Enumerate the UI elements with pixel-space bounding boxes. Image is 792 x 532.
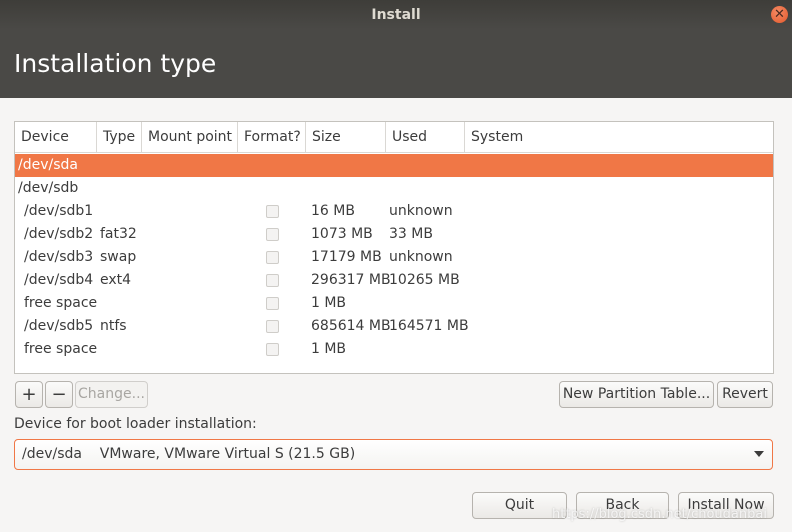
table-row[interactable]: /dev/sdb1 16 MB unknown xyxy=(15,200,773,223)
table-row[interactable]: /dev/sdb2 fat32 1073 MB 33 MB xyxy=(15,223,773,246)
cell-type: ext4 xyxy=(100,272,132,288)
cell-device: /dev/sdb5 xyxy=(24,318,94,334)
table-row[interactable]: /dev/sdb5 ntfs 685614 MB 164571 MB xyxy=(15,315,773,338)
window-title: Install xyxy=(371,7,421,23)
format-checkbox[interactable] xyxy=(266,274,279,287)
cell-size: 685614 MB xyxy=(311,318,391,334)
column-header-size[interactable]: Size xyxy=(306,122,386,153)
close-icon[interactable]: ✕ xyxy=(771,6,788,23)
cell-type: swap xyxy=(100,249,137,265)
window-header: Install ✕ Installation type xyxy=(0,0,792,98)
cell-size: 17179 MB xyxy=(311,249,382,265)
change-partition-button[interactable]: Change... xyxy=(75,381,148,408)
format-checkbox[interactable] xyxy=(266,297,279,310)
cell-used: 33 MB xyxy=(389,226,433,242)
cell-used: unknown xyxy=(389,203,453,219)
column-header-system[interactable]: System xyxy=(465,122,585,153)
cell-type: ntfs xyxy=(100,318,127,334)
cell-size: 1 MB xyxy=(311,295,347,311)
cell-used: 164571 MB xyxy=(389,318,469,334)
page-title: Installation type xyxy=(14,49,217,78)
dropdown-arrow-icon xyxy=(754,451,764,457)
cell-size: 16 MB xyxy=(311,203,355,219)
format-checkbox[interactable] xyxy=(266,251,279,264)
cell-device: /dev/sdb3 xyxy=(24,249,94,265)
watermark: https://blog.csdn.net/choudanbai xyxy=(552,507,767,522)
cell-device: free space xyxy=(24,341,98,357)
format-checkbox[interactable] xyxy=(266,228,279,241)
revert-button[interactable]: Revert xyxy=(717,381,773,408)
bootloader-device-select[interactable]: /dev/sda VMware, VMware Virtual S (21.5 … xyxy=(14,439,773,470)
column-header-device[interactable]: Device xyxy=(15,122,97,153)
partition-table[interactable]: Device Type Mount point Format? Size Use… xyxy=(14,121,774,374)
table-row[interactable]: /dev/sdb4 ext4 296317 MB 10265 MB xyxy=(15,269,773,292)
bootloader-label: Device for boot loader installation: xyxy=(14,416,257,432)
format-checkbox[interactable] xyxy=(266,205,279,218)
new-partition-table-button[interactable]: New Partition Table... xyxy=(559,381,714,408)
cell-size: 1073 MB xyxy=(311,226,373,242)
table-row[interactable]: /dev/sda xyxy=(15,154,773,177)
cell-device: /dev/sdb xyxy=(18,180,79,196)
column-header-type[interactable]: Type xyxy=(97,122,142,153)
table-row[interactable]: /dev/sdb3 swap 17179 MB unknown xyxy=(15,246,773,269)
cell-device: free space xyxy=(24,295,98,311)
table-row[interactable]: free space 1 MB xyxy=(15,338,773,361)
remove-partition-button[interactable]: − xyxy=(45,381,73,408)
cell-type: fat32 xyxy=(100,226,137,242)
bootloader-device-value: /dev/sda VMware, VMware Virtual S (21.5 … xyxy=(22,446,356,462)
column-header-format[interactable]: Format? xyxy=(238,122,306,153)
cell-size: 296317 MB xyxy=(311,272,391,288)
cell-used: unknown xyxy=(389,249,453,265)
cell-device: /dev/sdb4 xyxy=(24,272,94,288)
format-checkbox[interactable] xyxy=(266,343,279,356)
table-row[interactable]: /dev/sdb xyxy=(15,177,773,200)
cell-device: /dev/sdb2 xyxy=(24,226,94,242)
cell-device: /dev/sdb1 xyxy=(24,203,94,219)
table-row[interactable]: free space 1 MB xyxy=(15,292,773,315)
format-checkbox[interactable] xyxy=(266,320,279,333)
table-header: Device Type Mount point Format? Size Use… xyxy=(15,122,773,153)
cell-device: /dev/sda xyxy=(18,157,78,173)
cell-size: 1 MB xyxy=(311,341,347,357)
column-header-mount-point[interactable]: Mount point xyxy=(142,122,238,153)
add-partition-button[interactable]: + xyxy=(15,381,43,408)
column-header-used[interactable]: Used xyxy=(386,122,465,153)
cell-used: 10265 MB xyxy=(389,272,460,288)
